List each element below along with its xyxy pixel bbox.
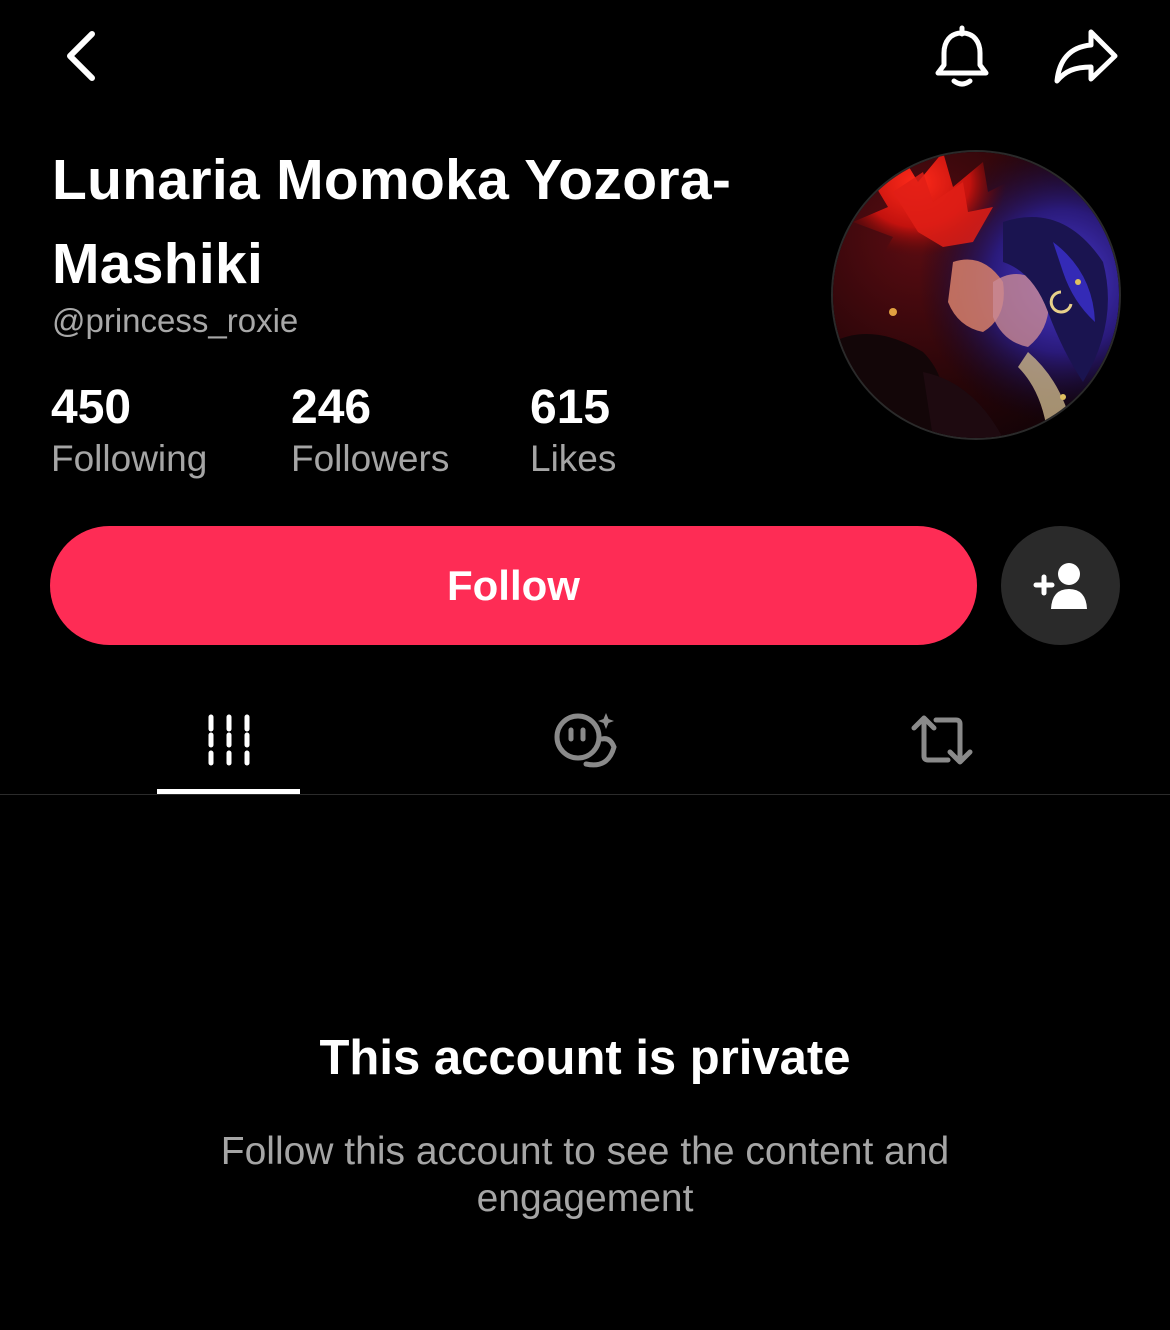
share-arrow-icon <box>1054 29 1118 84</box>
notifications-button[interactable] <box>928 22 996 92</box>
add-friend-button[interactable] <box>1001 526 1120 645</box>
stat-followers[interactable]: 246 Followers <box>291 380 449 482</box>
chevron-left-icon <box>67 31 95 81</box>
following-label: Following <box>51 438 208 479</box>
avatar-image <box>833 152 1119 438</box>
back-button[interactable] <box>52 26 112 86</box>
followers-label: Followers <box>291 438 450 479</box>
avatar[interactable] <box>833 152 1119 438</box>
follow-button[interactable]: Follow <box>50 526 977 645</box>
followers-count: 246 <box>291 381 372 434</box>
share-button[interactable] <box>1050 24 1122 88</box>
tab-favorites[interactable] <box>520 690 650 790</box>
following-count: 450 <box>51 381 132 434</box>
username: @princess_roxie <box>52 302 299 339</box>
bell-icon <box>935 25 989 87</box>
stat-likes: 615 Likes <box>530 380 616 482</box>
add-person-icon <box>1033 562 1087 609</box>
private-account-title: This account is private <box>319 1031 851 1085</box>
likes-count: 615 <box>530 381 611 434</box>
videos-grid-icon <box>208 714 249 766</box>
tab-reposts[interactable] <box>880 690 1004 790</box>
display-name: Lunaria Momoka Yozora-Mashiki <box>52 148 732 296</box>
favorites-face-icon <box>554 713 617 768</box>
tab-videos[interactable] <box>157 690 300 790</box>
private-account-description: Follow this account to see the content a… <box>220 1130 950 1220</box>
stat-following[interactable]: 450 Following <box>51 380 207 482</box>
likes-label: Likes <box>530 438 617 479</box>
tabs-divider <box>0 794 1170 795</box>
repost-icon <box>911 715 973 765</box>
